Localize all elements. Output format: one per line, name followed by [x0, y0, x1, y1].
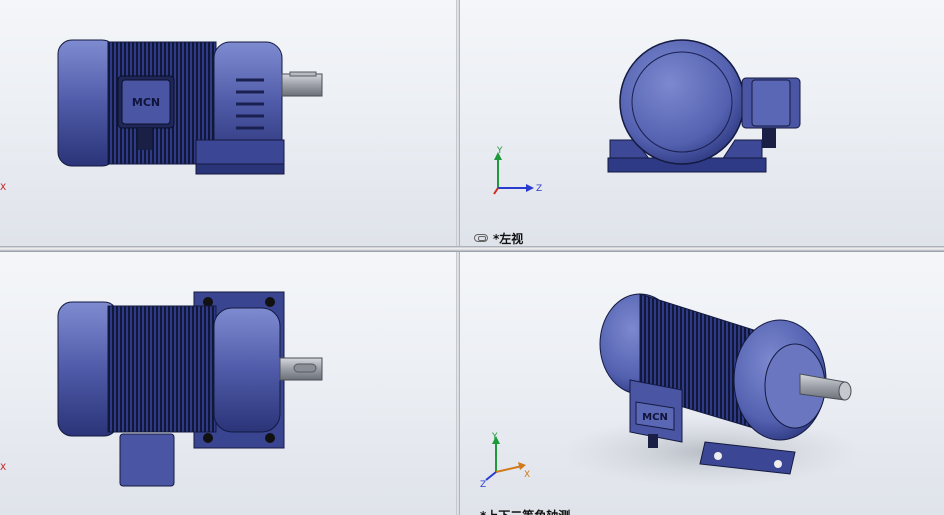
iso-triad-y-label: Y	[492, 432, 498, 442]
top-view-model[interactable]	[0, 252, 456, 515]
triad-y-label: Y	[497, 146, 503, 156]
axis-x-edge-label: X	[0, 183, 7, 193]
iso-triad-x-label: X	[524, 470, 531, 480]
left-view-model[interactable]	[460, 0, 944, 246]
viewport-isometric[interactable]: MCN Y X Z *上下二等角轴测	[460, 252, 944, 515]
triad-z-label: Z	[536, 184, 543, 194]
view-label-isometric: *上下二等角轴测	[480, 507, 570, 515]
iso-triad-z-label: Z	[480, 480, 487, 490]
front-view-model[interactable]: MCN	[0, 0, 456, 246]
motor-logo-iso: MCN	[642, 412, 668, 423]
isometric-triad	[485, 436, 526, 481]
motor-logo: MCN	[132, 96, 160, 109]
viewport-top[interactable]: X	[0, 252, 456, 515]
view-label-left: *左视	[493, 232, 524, 246]
viewport-left[interactable]: Y Z *左视	[460, 0, 944, 246]
link-icon[interactable]	[474, 234, 488, 242]
viewport-front[interactable]: MCN X	[0, 0, 456, 246]
axis-x-edge-label-bottom: X	[0, 463, 7, 473]
